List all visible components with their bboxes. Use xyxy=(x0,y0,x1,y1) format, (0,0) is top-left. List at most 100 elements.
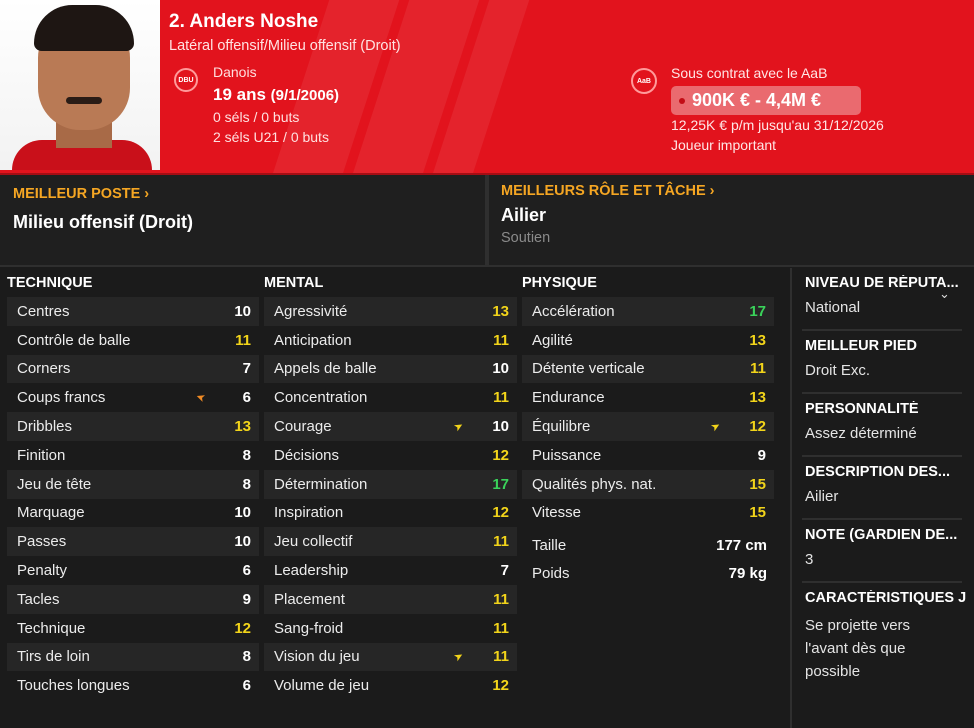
attribute-value: 7 xyxy=(242,360,251,378)
weight-value: 79 kg xyxy=(728,565,767,582)
attribute-label: Volume de jeu xyxy=(274,677,370,695)
club-crest-icon[interactable]: AaB xyxy=(631,68,657,94)
attribute-row-sang-froid[interactable]: Sang-froid 11 xyxy=(264,614,517,643)
attribute-row-acceleration[interactable]: Accélération 17 xyxy=(522,297,774,326)
attribute-row-tacles[interactable]: Tacles 9 xyxy=(7,584,259,614)
attribute-row-finition[interactable]: Finition 8 xyxy=(7,441,259,470)
player-profile-screen: 2. Anders Noshe Latéral offensif/Milieu … xyxy=(0,0,974,728)
attribute-row-leadership[interactable]: Leadership 7 xyxy=(264,556,517,585)
player-name[interactable]: 2. Anders Noshe xyxy=(169,11,318,33)
player-traits-heading: CARACTÉRISTIQUES J xyxy=(805,590,967,606)
divider xyxy=(802,581,962,583)
attribute-row-qualites-phys-nat[interactable]: Qualités phys. nat. 15 xyxy=(522,469,774,499)
personality-heading: PERSONNALITÉ xyxy=(805,401,919,417)
attribute-row-equilibre[interactable]: Équilibre ➤ 12 xyxy=(522,412,774,441)
attribute-row-agressivite[interactable]: Agressivité 13 xyxy=(264,297,517,326)
attribute-row-coups-francs[interactable]: Coups francs ➤ 6 xyxy=(7,383,259,412)
attribute-value: 10 xyxy=(492,360,509,378)
attribute-row-endurance[interactable]: Endurance 13 xyxy=(522,383,774,412)
attribute-row-tirs-de-loin[interactable]: Tirs de loin 8 xyxy=(7,642,259,672)
attribute-row-puissance[interactable]: Puissance 9 xyxy=(522,441,774,470)
best-foot-heading: MEILLEUR PIED xyxy=(805,338,917,354)
attribute-label: Sang-froid xyxy=(274,619,344,637)
attribute-row-touches-longues[interactable]: Touches longues 6 xyxy=(7,671,259,700)
attribute-value: 13 xyxy=(492,302,509,320)
attribute-row-passes[interactable]: Passes 10 xyxy=(7,527,259,557)
attribute-value: 8 xyxy=(242,475,251,493)
attribute-row-penalty[interactable]: Penalty 6 xyxy=(7,556,259,585)
attribute-row-controle-de-balle[interactable]: Contrôle de balle 11 xyxy=(7,326,259,355)
attribute-row-detente-verticale[interactable]: Détente verticale 11 xyxy=(522,354,774,384)
height-label: Taille xyxy=(532,537,567,554)
attribute-row-centres[interactable]: Centres 10 xyxy=(7,297,259,326)
attribute-row-determination[interactable]: Détermination 17 xyxy=(264,469,517,499)
attribute-label: Agressivité xyxy=(274,302,348,320)
transfer-value-badge[interactable]: 900K € - 4,4M € xyxy=(671,86,861,115)
attribute-row-agilite[interactable]: Agilité 13 xyxy=(522,326,774,355)
attribute-row-dribbles[interactable]: Dribbles 13 xyxy=(7,412,259,441)
best-role-heading[interactable]: MEILLEURS RÔLE ET TÂCHE › xyxy=(501,183,714,199)
player-portrait xyxy=(0,0,160,170)
attribute-label: Centres xyxy=(17,302,70,320)
attribute-value: 13 xyxy=(234,418,251,436)
attribute-value: 11 xyxy=(493,590,509,608)
attribute-value: 12 xyxy=(492,446,509,464)
attribute-row-decisions[interactable]: Décisions 12 xyxy=(264,441,517,470)
attribute-value: 11 xyxy=(493,331,509,349)
attribute-row-jeu-collectif[interactable]: Jeu collectif 11 xyxy=(264,527,517,557)
attribute-label: Dribbles xyxy=(17,418,73,436)
attribute-row-concentration[interactable]: Concentration 11 xyxy=(264,383,517,412)
chevron-down-icon[interactable]: ⌄ xyxy=(939,286,950,302)
attribute-label: Puissance xyxy=(532,446,602,464)
attribute-label: Tirs de loin xyxy=(17,648,90,666)
best-role-heading-label: MEILLEURS RÔLE ET TÂCHE xyxy=(501,183,706,199)
attribute-label: Endurance xyxy=(532,389,605,407)
attribute-row-volume-de-jeu[interactable]: Volume de jeu 12 xyxy=(264,671,517,700)
transfer-value: 900K € - 4,4M € xyxy=(692,90,822,110)
attribute-value: 17 xyxy=(492,475,509,493)
attribute-row-marquage[interactable]: Marquage 10 xyxy=(7,499,259,528)
attribute-row-vitesse[interactable]: Vitesse 15 xyxy=(522,499,774,528)
attribute-row-jeu-de-tete[interactable]: Jeu de tête 8 xyxy=(7,469,259,499)
attribute-label: Passes xyxy=(17,533,67,551)
attribute-row-appels-de-balle[interactable]: Appels de balle 10 xyxy=(264,354,517,384)
technique-title: TECHNIQUE xyxy=(7,275,93,291)
attribute-value: 11 xyxy=(750,360,766,378)
attribute-row-corners[interactable]: Corners 7 xyxy=(7,354,259,384)
nation-flag-icon[interactable]: DBU xyxy=(174,68,198,92)
divider xyxy=(802,455,962,457)
attribute-row-placement[interactable]: Placement 11 xyxy=(264,584,517,614)
attribute-row-technique[interactable]: Technique 12 xyxy=(7,614,259,643)
height-value: 177 cm xyxy=(716,537,767,554)
attribute-trend-arrow-icon: ➤ xyxy=(194,390,207,405)
nationality[interactable]: Danois xyxy=(213,64,257,80)
player-positions: Latéral offensif/Milieu offensif (Droit) xyxy=(169,38,401,54)
weight-row: Poids 79 kg xyxy=(532,565,767,582)
attribute-label: Vision du jeu xyxy=(274,648,360,666)
attribute-value: 11 xyxy=(493,533,509,551)
player-traits-value: Se projette vers l'avant dès que possibl… xyxy=(805,617,911,680)
attribute-value: 11 xyxy=(493,389,509,407)
divider xyxy=(802,392,962,394)
best-role-panel: MEILLEURS RÔLE ET TÂCHE › Ailier Soutien xyxy=(489,175,974,267)
best-position-value: Milieu offensif (Droit) xyxy=(13,212,193,232)
wage-contract: 12,25K € p/m jusqu'au 31/12/2026 xyxy=(671,117,884,133)
attribute-row-vision-du-jeu[interactable]: Vision du jeu ➤ 11 xyxy=(264,642,517,672)
attribute-value: 13 xyxy=(749,389,766,407)
attribute-value: 9 xyxy=(242,590,251,608)
attribute-row-inspiration[interactable]: Inspiration 12 xyxy=(264,499,517,528)
media-description-block: DESCRIPTION DES... Ailier xyxy=(805,464,973,508)
u21-caps: 2 séls U21 / 0 buts xyxy=(213,129,329,145)
attribute-label: Accélération xyxy=(532,302,615,320)
divider xyxy=(802,518,962,520)
divider xyxy=(802,329,962,331)
attribute-row-courage[interactable]: Courage ➤ 10 xyxy=(264,412,517,441)
attribute-label: Jeu de tête xyxy=(17,475,92,493)
attribute-value: 12 xyxy=(492,677,509,695)
attribute-label: Tacles xyxy=(17,590,60,608)
attribute-value: 11 xyxy=(493,619,509,637)
best-position-heading[interactable]: MEILLEUR POSTE › xyxy=(13,186,149,202)
attribute-row-anticipation[interactable]: Anticipation 11 xyxy=(264,326,517,355)
contract-club[interactable]: Sous contrat avec le AaB xyxy=(671,65,827,81)
attribute-label: Courage xyxy=(274,418,332,436)
